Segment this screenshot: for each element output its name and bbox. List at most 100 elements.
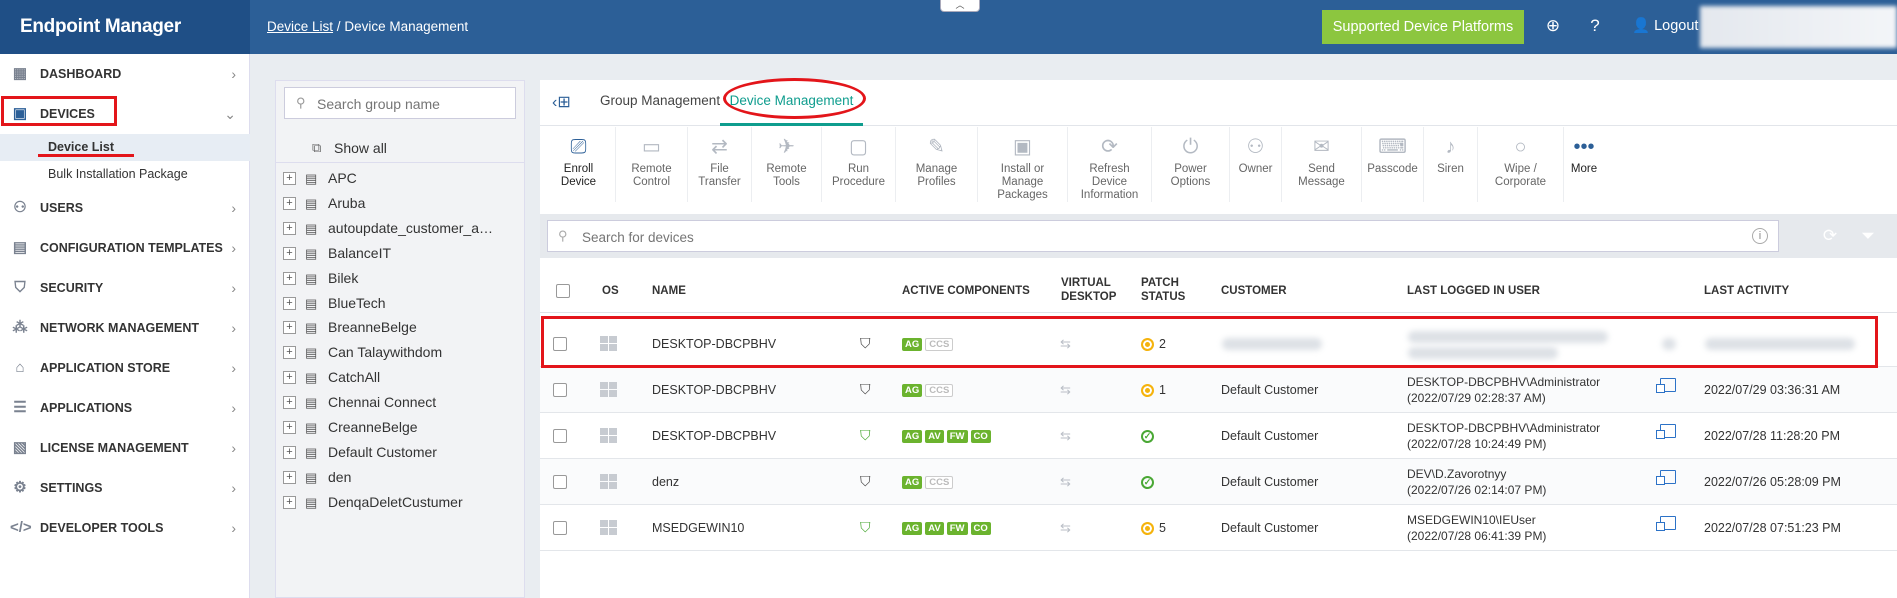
toolbar-file-transfer-button[interactable]: ⇄ File Transfer bbox=[688, 127, 752, 202]
remote-desktop-icon[interactable] bbox=[1656, 516, 1676, 531]
toolbar-label: Refresh Device Information bbox=[1080, 163, 1139, 201]
sidebar-item-dashboard[interactable]: ▦ DASHBOARD › bbox=[0, 54, 250, 94]
toolbar-enroll-device-button[interactable]: ⎚ Enroll Device bbox=[542, 127, 616, 202]
remote-desktop-icon[interactable] bbox=[1656, 378, 1676, 393]
sidebar-item-configuration-templates[interactable]: ▤ CONFIGURATION TEMPLATES › bbox=[0, 228, 250, 268]
table-row[interactable]: DESKTOP-DBCPBHV ⛉ AG AV FW CO ⇆ ✓ Default Custom… bbox=[540, 413, 1897, 459]
info-icon[interactable]: i bbox=[1752, 228, 1768, 244]
sidebar-item-license-management[interactable]: ▧ LICENSE MANAGEMENT › bbox=[0, 428, 250, 468]
help-icon[interactable]: ? bbox=[1584, 15, 1606, 37]
group-item[interactable]: + ▤ Bilek bbox=[276, 266, 524, 291]
group-item[interactable]: + ▤ den bbox=[276, 465, 524, 490]
refresh-icon[interactable]: ⟳ bbox=[1814, 220, 1846, 252]
patch-status[interactable]: ✓ bbox=[1141, 413, 1154, 459]
device-name[interactable]: DESKTOP-DBCPBHV bbox=[652, 413, 776, 459]
expand-icon[interactable]: + bbox=[283, 495, 296, 509]
expand-icon[interactable]: + bbox=[283, 172, 296, 185]
select-all-checkbox[interactable] bbox=[556, 284, 570, 298]
expand-icon[interactable]: + bbox=[283, 296, 296, 310]
group-item[interactable]: + ▤ DenqaDeletCustumer bbox=[276, 490, 524, 515]
group-item[interactable]: + ▤ Chennai Connect bbox=[276, 390, 524, 415]
toolbar-remote-tools-button[interactable]: ✈ Remote Tools bbox=[752, 127, 822, 202]
breadcrumb-device-list-link[interactable]: Device List bbox=[267, 19, 333, 34]
sidebar-item-security[interactable]: ⛉ SECURITY › bbox=[0, 268, 250, 308]
group-item[interactable]: + ▤ CatchAll bbox=[276, 365, 524, 390]
expand-icon[interactable]: + bbox=[283, 421, 296, 434]
toolbar-remote-control-button[interactable]: ▭ Remote Control bbox=[616, 127, 688, 202]
group-item[interactable]: + ▤ BalanceIT bbox=[276, 241, 524, 266]
toolbar-run-procedure-button[interactable]: ▢ Run Procedure bbox=[822, 127, 896, 202]
expand-icon[interactable]: + bbox=[283, 221, 296, 235]
tab-group-management[interactable]: Group Management bbox=[600, 80, 720, 126]
table-row[interactable]: denz ⛉ AG CCS ⇆ ✓ Default Customer DEV\D.Zavoro… bbox=[540, 459, 1897, 505]
collapse-header-handle[interactable]: ︿ bbox=[940, 0, 980, 12]
toolbar-power-options-button[interactable]: ⏻ Power Options bbox=[1152, 127, 1230, 202]
sidebar-item-applications[interactable]: ☰ APPLICATIONS › bbox=[0, 388, 250, 428]
patch-status[interactable]: ✓ bbox=[1141, 459, 1154, 505]
expand-icon[interactable]: + bbox=[283, 396, 296, 410]
toolbar-more-button[interactable]: ••• More bbox=[1564, 127, 1604, 202]
toolbar-siren-button[interactable]: ♪ Siren bbox=[1424, 127, 1478, 202]
group-search-input[interactable] bbox=[317, 94, 507, 114]
toolbar-owner-button[interactable]: ⚇ Owner bbox=[1230, 127, 1282, 202]
expand-icon[interactable]: + bbox=[283, 321, 296, 335]
expand-icon[interactable]: + bbox=[283, 371, 296, 385]
expand-icon[interactable]: + bbox=[283, 196, 296, 210]
group-item[interactable]: + ▤ CreanneBelge bbox=[276, 415, 524, 440]
group-item[interactable]: + ▤ BlueTech bbox=[276, 291, 524, 316]
sidebar-item-application-store[interactable]: ⌂ APPLICATION STORE › bbox=[0, 348, 250, 388]
remote-desktop-icon[interactable] bbox=[1656, 424, 1676, 439]
col-last-logged-user[interactable]: LAST LOGGED IN USER bbox=[1407, 284, 1540, 298]
toolbar-send-message-button[interactable]: ✉ Send Message bbox=[1282, 127, 1362, 202]
toolbar-manage-profiles-button[interactable]: ✎ Manage Profiles bbox=[896, 127, 978, 202]
device-name[interactable]: DESKTOP-DBCPBHV bbox=[652, 367, 776, 413]
add-circle-icon[interactable]: ⊕ bbox=[1542, 15, 1564, 37]
row-checkbox[interactable] bbox=[553, 383, 567, 397]
group-item[interactable]: + ▤ Aruba bbox=[276, 191, 524, 216]
toolbar-refresh-device-information-button[interactable]: ⟳ Refresh Device Information bbox=[1068, 127, 1152, 202]
col-name[interactable]: NAME bbox=[652, 284, 686, 298]
expand-icon[interactable]: + bbox=[283, 271, 296, 285]
patch-status[interactable]: 5 bbox=[1141, 505, 1166, 551]
filter-icon[interactable]: ⏷ bbox=[1852, 220, 1884, 252]
device-search-input[interactable] bbox=[582, 227, 1742, 247]
group-item[interactable]: + ▤ autoupdate_customer_a… bbox=[276, 216, 524, 241]
table-row[interactable]: MSEDGEWIN10 ⛉ AG AV FW CO ⇆ 5 Default Customer MS… bbox=[540, 505, 1897, 551]
expand-icon[interactable]: + bbox=[283, 470, 296, 484]
col-last-activity[interactable]: LAST ACTIVITY bbox=[1704, 284, 1789, 298]
expand-icon[interactable]: + bbox=[283, 346, 296, 360]
group-name: Bilek bbox=[328, 269, 359, 286]
supported-device-platforms-button[interactable]: Supported Device Platforms bbox=[1322, 10, 1524, 44]
tree-toggle-icon[interactable]: ‹⊞ bbox=[552, 92, 571, 112]
logout-button[interactable]: 👤 Logout bbox=[1632, 15, 1698, 37]
windows-icon bbox=[600, 474, 618, 490]
user-icon: ⚇ bbox=[13, 199, 27, 216]
sidebar-item-developer-tools[interactable]: </> DEVELOPER TOOLS › bbox=[0, 508, 250, 548]
expand-icon[interactable]: + bbox=[283, 445, 296, 459]
patch-status[interactable]: 1 bbox=[1141, 367, 1166, 413]
group-icon: ▤ bbox=[305, 171, 318, 186]
remote-desktop-icon[interactable] bbox=[1656, 470, 1676, 485]
device-name[interactable]: MSEDGEWIN10 bbox=[652, 505, 744, 551]
toolbar-wipe-corporate-button[interactable]: ○ Wipe / Corporate bbox=[1478, 127, 1564, 202]
expand-icon[interactable]: + bbox=[283, 246, 296, 260]
show-all-groups[interactable]: ⧉ Show all bbox=[276, 133, 524, 163]
sidebar-item-settings[interactable]: ⚙ SETTINGS › bbox=[0, 468, 250, 508]
app-title: Endpoint Manager bbox=[0, 0, 250, 54]
group-item[interactable]: + ▤ Can Talaywithdom bbox=[276, 340, 524, 365]
component-badge: AV bbox=[925, 522, 944, 536]
row-checkbox[interactable] bbox=[553, 429, 567, 443]
col-customer[interactable]: CUSTOMER bbox=[1221, 284, 1287, 298]
table-row[interactable]: DESKTOP-DBCPBHV ⛉ AG CCS ⇆ 1 Default Customer D… bbox=[540, 367, 1897, 413]
row-checkbox[interactable] bbox=[553, 521, 567, 535]
sidebar-subitem-bulk-installation-package[interactable]: Bulk Installation Package bbox=[0, 161, 250, 188]
toolbar-install-or-manage-packages-button[interactable]: ▣ Install or Manage Packages bbox=[978, 127, 1068, 202]
device-name[interactable]: denz bbox=[652, 459, 679, 505]
toolbar-passcode-button[interactable]: ⌨ Passcode bbox=[1362, 127, 1424, 202]
group-item[interactable]: + ▤ BreanneBelge bbox=[276, 315, 524, 340]
sidebar-item-network-management[interactable]: ⁂ NETWORK MANAGEMENT › bbox=[0, 308, 250, 348]
sidebar-item-users[interactable]: ⚇ USERS › bbox=[0, 188, 250, 228]
group-item[interactable]: + ▤ APC bbox=[276, 166, 524, 191]
row-checkbox[interactable] bbox=[553, 475, 567, 489]
group-item[interactable]: + ▤ Default Customer bbox=[276, 440, 524, 465]
